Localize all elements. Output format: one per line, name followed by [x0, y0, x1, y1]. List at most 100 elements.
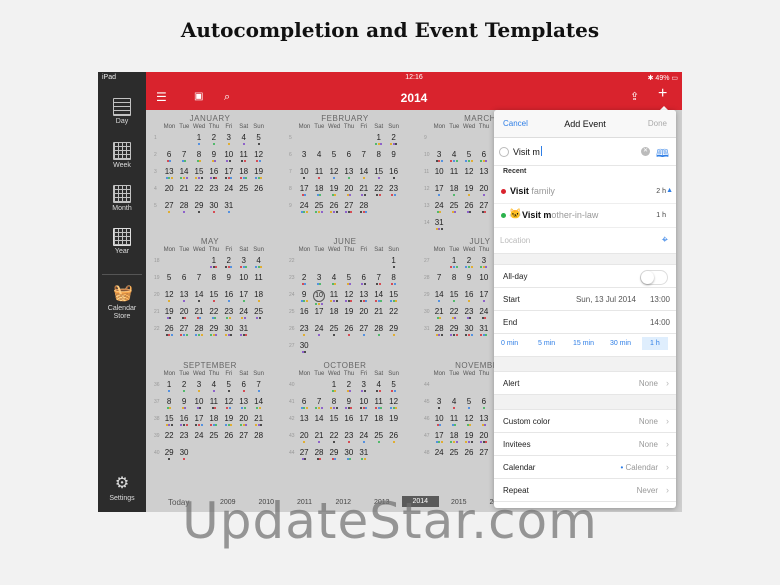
day-cell[interactable]: 31 — [356, 448, 371, 465]
duration-0min[interactable]: 0 min — [501, 340, 518, 347]
day-cell[interactable]: 26 — [462, 201, 477, 218]
day-cell[interactable]: 22 — [206, 307, 221, 324]
day-cell[interactable]: 4 — [371, 380, 386, 397]
day-cell[interactable]: 11 — [447, 414, 462, 431]
day-cell[interactable]: 12 — [162, 290, 177, 307]
day-cell[interactable]: 24 — [432, 448, 447, 465]
day-cell[interactable]: 5 — [162, 273, 177, 290]
day-cell[interactable]: 20 — [476, 184, 491, 201]
day-cell[interactable]: 15 — [206, 290, 221, 307]
day-cell[interactable]: 29 — [447, 324, 462, 341]
day-cell[interactable]: 10 — [192, 397, 207, 414]
day-cell[interactable]: 25 — [236, 184, 251, 201]
day-cell[interactable]: 25 — [447, 448, 462, 465]
day-cell[interactable]: 19 — [462, 431, 477, 448]
day-cell[interactable]: 2 — [206, 133, 221, 150]
day-cell[interactable]: 21 — [192, 307, 207, 324]
day-cell[interactable]: 1 — [386, 256, 401, 273]
month-october[interactable]: OCTOBER Mon Tue Wed Thu Fri Sat Sun 40 1 2 3 4 5 41 6 7 8… — [289, 361, 401, 465]
day-cell[interactable]: 25 — [206, 431, 221, 448]
day-cell[interactable]: 10 — [236, 273, 251, 290]
day-cell[interactable]: 6 — [236, 380, 251, 397]
day-cell[interactable]: 14 — [432, 290, 447, 307]
day-cell[interactable]: 28 — [192, 324, 207, 341]
day-cell[interactable]: 7 — [192, 273, 207, 290]
day-cell[interactable]: 11 — [371, 397, 386, 414]
day-cell[interactable]: 17 — [312, 307, 327, 324]
day-cell[interactable]: 13 — [476, 414, 491, 431]
day-cell[interactable]: 28 — [356, 201, 371, 218]
day-cell[interactable]: 8 — [206, 273, 221, 290]
duration-15min[interactable]: 15 min — [573, 340, 594, 347]
day-cell[interactable]: 17 — [432, 184, 447, 201]
day-cell[interactable]: 28 — [251, 431, 266, 448]
day-cell[interactable]: 19 — [462, 184, 477, 201]
day-cell[interactable]: 24 — [221, 184, 236, 201]
day-cell[interactable]: 28 — [177, 201, 192, 218]
day-cell[interactable]: 20 — [162, 184, 177, 201]
day-cell[interactable]: 22 — [386, 307, 401, 324]
day-cell[interactable]: 17 — [192, 414, 207, 431]
day-cell[interactable]: 27 — [236, 431, 251, 448]
day-cell[interactable]: 1 — [192, 133, 207, 150]
day-cell[interactable]: 18 — [327, 307, 342, 324]
month-september[interactable]: SEPTEMBER Mon Tue Wed Thu Fri Sat Sun 36 1 2 3 4 5 6 7 3… — [154, 361, 266, 465]
day-cell[interactable]: 23 — [297, 324, 312, 341]
day-cell[interactable]: 10 — [297, 167, 312, 184]
day-cell[interactable]: 10 — [432, 167, 447, 184]
day-cell[interactable]: 17 — [432, 431, 447, 448]
day-cell[interactable]: 24 — [312, 324, 327, 341]
day-cell[interactable]: 25 — [327, 324, 342, 341]
day-cell[interactable]: 3 — [432, 150, 447, 167]
day-cell[interactable]: 21 — [312, 431, 327, 448]
suggestion-visit-family[interactable]: Visit family 2 h ▲ — [494, 180, 676, 204]
duration-1h[interactable]: 1 h — [642, 337, 668, 350]
day-cell[interactable]: 8 — [162, 397, 177, 414]
day-cell[interactable]: 7 — [177, 150, 192, 167]
day-cell[interactable]: 12 — [221, 397, 236, 414]
day-cell[interactable]: 10 — [356, 397, 371, 414]
day-cell[interactable]: 10 — [221, 150, 236, 167]
start-row[interactable]: Start Sun, 13 Jul 2014 13:00 — [494, 288, 676, 311]
day-cell[interactable]: 18 — [236, 167, 251, 184]
day-cell[interactable]: 29 — [386, 324, 401, 341]
day-cell[interactable]: 14 — [312, 414, 327, 431]
day-cell[interactable]: 16 — [221, 290, 236, 307]
day-cell[interactable]: 20 — [356, 307, 371, 324]
day-cell[interactable]: 10 — [476, 273, 491, 290]
day-cell[interactable]: 1 — [371, 133, 386, 150]
day-cell[interactable]: 23 — [341, 431, 356, 448]
add-icon[interactable]: + — [658, 86, 667, 102]
day-cell[interactable]: 19 — [221, 414, 236, 431]
day-cell[interactable]: 5 — [221, 380, 236, 397]
day-cell[interactable]: 3 — [192, 380, 207, 397]
day-cell[interactable]: 6 — [162, 150, 177, 167]
day-cell[interactable]: 1 — [447, 256, 462, 273]
day-cell[interactable]: 16 — [297, 307, 312, 324]
day-cell[interactable]: 4 — [447, 150, 462, 167]
allday-toggle[interactable] — [640, 270, 668, 285]
day-cell[interactable]: 3 — [356, 380, 371, 397]
day-cell[interactable]: 3 — [221, 133, 236, 150]
day-cell[interactable]: 22 — [371, 184, 386, 201]
day-cell[interactable]: 13 — [297, 414, 312, 431]
day-cell[interactable]: 31 — [221, 201, 236, 218]
day-cell[interactable]: 25 — [447, 201, 462, 218]
invitees-row[interactable]: Invitees None › — [494, 433, 676, 456]
day-cell[interactable]: 25 — [312, 201, 327, 218]
day-cell[interactable]: 11 — [447, 167, 462, 184]
day-cell[interactable]: 20 — [476, 431, 491, 448]
day-cell[interactable]: 15 — [447, 290, 462, 307]
day-cell[interactable]: 9 — [462, 273, 477, 290]
day-cell[interactable]: 18 — [251, 290, 266, 307]
day-cell[interactable]: 11 — [327, 290, 342, 307]
day-cell[interactable]: 22 — [162, 431, 177, 448]
location-pin-icon[interactable]: ⌖ — [662, 234, 668, 247]
day-cell[interactable]: 5 — [251, 133, 266, 150]
day-cell[interactable]: 29 — [162, 448, 177, 465]
day-cell[interactable]: 8 — [386, 273, 401, 290]
day-cell[interactable]: 24 — [297, 201, 312, 218]
day-cell[interactable]: 19 — [162, 307, 177, 324]
day-cell[interactable]: 3 — [312, 273, 327, 290]
day-cell[interactable]: 9 — [221, 273, 236, 290]
